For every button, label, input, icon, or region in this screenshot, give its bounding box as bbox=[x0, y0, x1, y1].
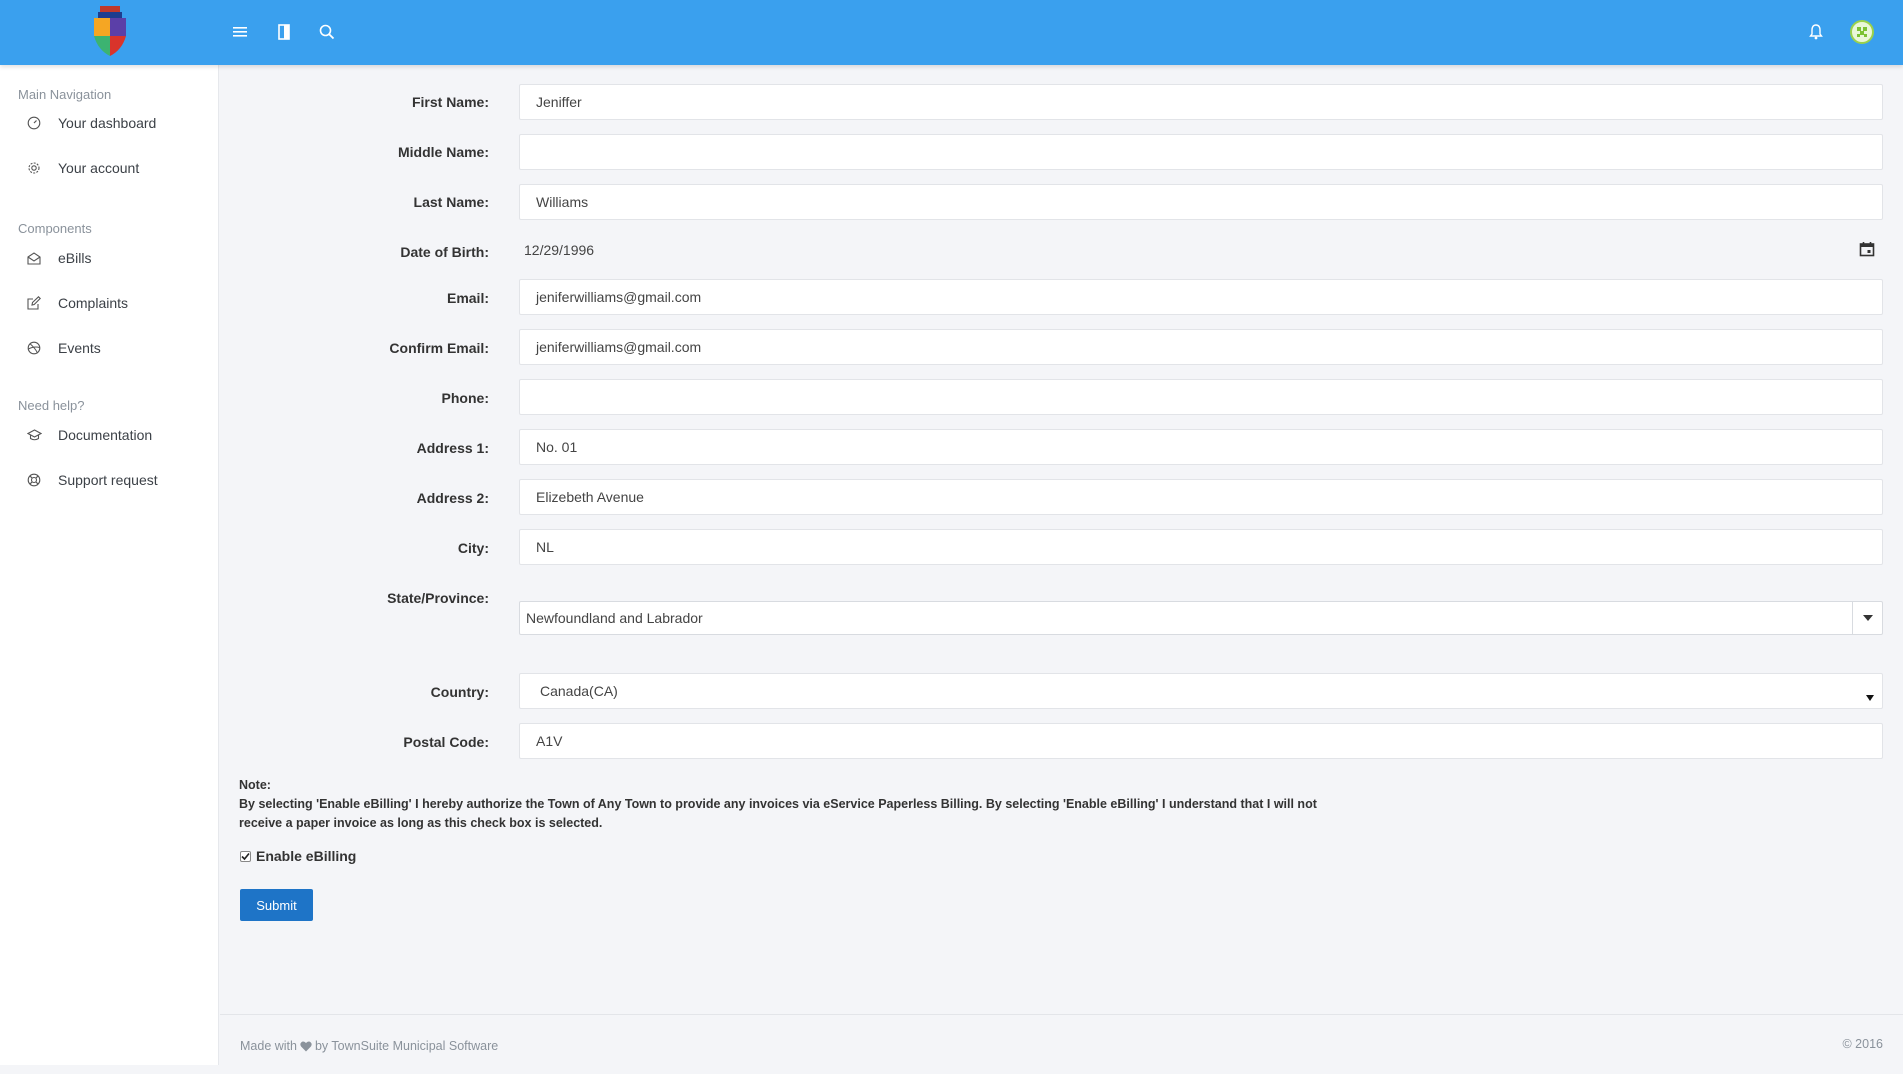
country-selected-value: Canada(CA) bbox=[540, 683, 618, 699]
submit-button[interactable]: Submit bbox=[240, 889, 313, 921]
anytown-logo[interactable] bbox=[90, 6, 130, 58]
sidebar-item-ebills[interactable]: eBills bbox=[0, 240, 219, 276]
state-select[interactable]: Newfoundland and Labrador bbox=[519, 601, 1883, 635]
graduation-cap-icon bbox=[26, 427, 42, 443]
menu-icon[interactable] bbox=[229, 20, 253, 44]
address1-field[interactable]: No. 01 bbox=[519, 429, 1883, 465]
bell-icon[interactable] bbox=[1804, 20, 1828, 44]
address2-label: Address 2: bbox=[416, 490, 489, 506]
phone-field[interactable] bbox=[519, 379, 1883, 415]
sidebar-item-label: Complaints bbox=[58, 295, 129, 311]
email-field[interactable]: jeniferwilliams@gmail.com bbox=[519, 279, 1883, 315]
ebilling-note: Note: By selecting 'Enable eBilling' I h… bbox=[239, 776, 1339, 833]
nav-heading-components: Components bbox=[18, 221, 92, 236]
note-title: Note: bbox=[239, 778, 271, 792]
search-icon[interactable] bbox=[315, 20, 339, 44]
last-name-field[interactable]: Williams bbox=[519, 184, 1883, 220]
enable-ebilling-label[interactable]: Enable eBilling bbox=[256, 848, 356, 864]
nav-heading-main-navigation: Main Navigation bbox=[18, 87, 112, 102]
confirm-email-field[interactable]: jeniferwilliams@gmail.com bbox=[519, 329, 1883, 365]
heart-icon bbox=[300, 1040, 312, 1052]
country-select[interactable]: Canada(CA) bbox=[519, 673, 1883, 709]
footer-credit: Made with by TownSuite Municipal Softwar… bbox=[240, 1039, 498, 1053]
sidebar-item-label: Your account bbox=[58, 160, 140, 176]
sidebar-item-label: Documentation bbox=[58, 427, 153, 443]
caret-down-icon bbox=[1866, 688, 1874, 704]
sidebar-item-events[interactable]: Events bbox=[0, 330, 219, 366]
middle-name-field[interactable] bbox=[519, 134, 1883, 170]
sidebar-item-complaints[interactable]: Complaints bbox=[0, 285, 219, 321]
sidebar-item-label: Support request bbox=[58, 472, 158, 488]
footer-company[interactable]: by TownSuite Municipal Software bbox=[315, 1039, 498, 1053]
dob-field[interactable]: 12/29/1996 bbox=[519, 232, 1883, 268]
enable-ebilling-checkbox[interactable] bbox=[240, 850, 251, 862]
sidebar-item-support-request[interactable]: Support request bbox=[0, 462, 219, 498]
phone-label: Phone: bbox=[441, 390, 489, 406]
sidebar-item-label: Events bbox=[58, 340, 101, 356]
footer: Made with by TownSuite Municipal Softwar… bbox=[220, 1014, 1903, 1066]
avatar[interactable] bbox=[1850, 20, 1874, 44]
city-label: City: bbox=[457, 540, 489, 556]
nav-heading-need-help: Need help? bbox=[18, 398, 85, 413]
sidebar-item-account[interactable]: Your account bbox=[0, 150, 219, 186]
footer-copyright: © 2016 bbox=[1842, 1037, 1884, 1051]
state-label: State/Province: bbox=[387, 590, 489, 606]
life-ring-icon bbox=[26, 472, 42, 488]
state-selected-value: Newfoundland and Labrador bbox=[526, 610, 703, 626]
first-name-label: First Name: bbox=[411, 94, 489, 110]
address2-field[interactable]: Elizebeth Avenue bbox=[519, 479, 1883, 515]
dashboard-icon bbox=[26, 115, 42, 131]
dob-value: 12/29/1996 bbox=[524, 242, 595, 258]
sidebar-item-label: eBills bbox=[58, 250, 92, 266]
middle-name-label: Middle Name: bbox=[397, 144, 489, 160]
top-bar bbox=[0, 0, 1903, 65]
sidebar-item-label: Your dashboard bbox=[58, 115, 157, 131]
postal-code-field[interactable]: A1V bbox=[519, 723, 1883, 759]
confirm-email-label: Confirm Email: bbox=[389, 340, 489, 356]
note-text: By selecting 'Enable eBilling' I hereby … bbox=[239, 797, 1317, 830]
postal-code-label: Postal Code: bbox=[403, 734, 489, 750]
last-name-label: Last Name: bbox=[413, 194, 489, 210]
address1-label: Address 1: bbox=[416, 440, 489, 456]
envelope-open-icon bbox=[26, 250, 42, 266]
country-label: Country: bbox=[430, 684, 489, 700]
gear-icon bbox=[26, 160, 42, 176]
sidebar-item-dashboard[interactable]: Your dashboard bbox=[0, 105, 219, 141]
city-field[interactable]: NL bbox=[519, 529, 1883, 565]
dribbble-icon bbox=[26, 340, 42, 356]
sidebar: Main Navigation Your dashboard Your acco… bbox=[0, 65, 219, 1065]
panel-toggle-icon[interactable] bbox=[272, 20, 296, 44]
footer-made-with: Made with bbox=[240, 1039, 297, 1053]
email-label: Email: bbox=[446, 290, 489, 306]
enable-ebilling-row: Enable eBilling bbox=[240, 848, 356, 864]
chevron-down-icon[interactable] bbox=[1852, 602, 1882, 634]
calendar-icon[interactable] bbox=[1859, 241, 1875, 260]
edit-icon bbox=[26, 295, 42, 311]
sidebar-item-documentation[interactable]: Documentation bbox=[0, 417, 219, 453]
dob-label: Date of Birth: bbox=[400, 244, 489, 260]
first-name-field[interactable]: Jeniffer bbox=[519, 84, 1883, 120]
